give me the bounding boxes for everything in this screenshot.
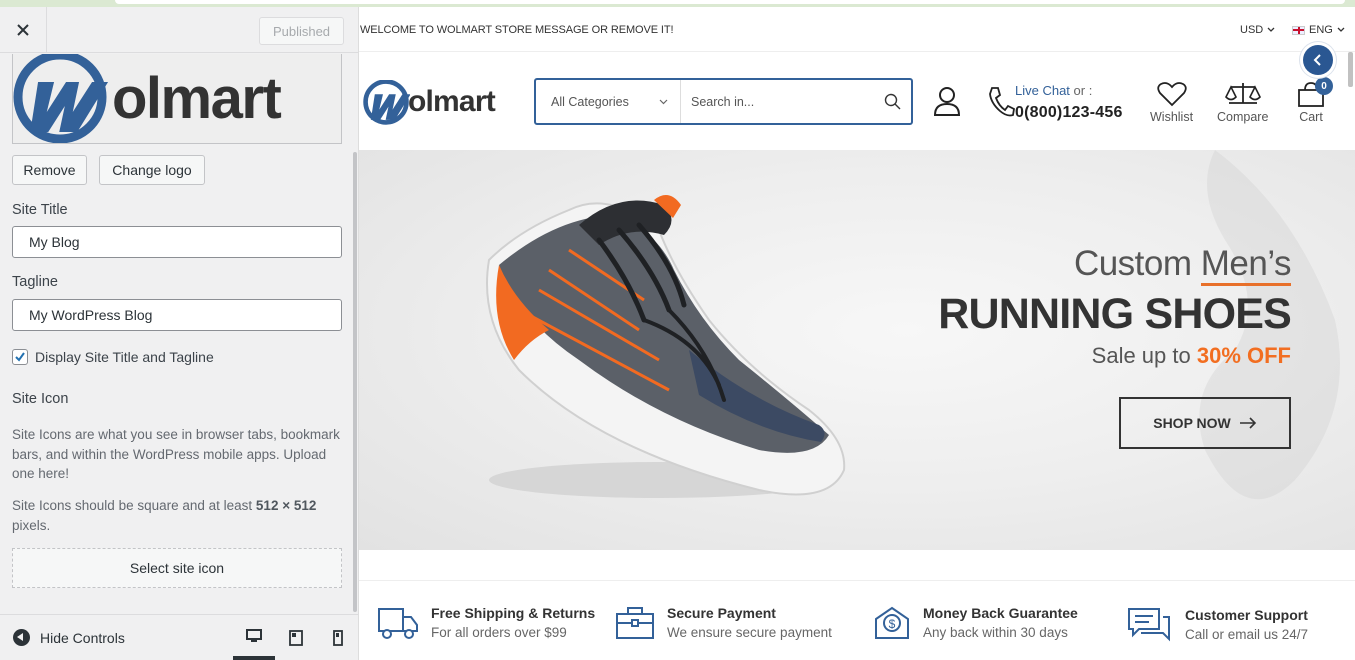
hide-controls-label: Hide Controls [40,629,125,646]
feature-item: $ Money Back Guarantee Any back within 30… [873,605,1078,641]
banner-sale-line: Sale up to 30% OFF [1091,343,1291,368]
site-icon-size-note: Site Icons should be square and at least… [12,498,317,533]
feature-item: Secure Payment We ensure secure payment [615,605,832,641]
collapse-arrow-icon [13,629,30,646]
cart-count-badge: 0 [1315,77,1333,95]
display-title-label: Display Site Title and Tagline [35,349,214,365]
select-site-icon-button[interactable]: Select site icon [12,548,342,588]
features-bar: Free Shipping & Returns For all orders ov… [359,580,1355,660]
logo-preview: olmart [12,54,342,144]
customizer-sidebar: Published olmart Remove Change logo Site… [0,7,359,660]
tagline-input[interactable]: My WordPress Blog [12,299,342,331]
banner-subtitle: Custom Men’s [1074,244,1292,286]
tagline-label: Tagline [12,274,58,290]
published-button[interactable]: Published [259,17,344,45]
account-button[interactable] [933,86,961,116]
live-chat-line: Live Chat or : [1015,83,1093,98]
close-icon [17,24,29,36]
display-title-checkbox[interactable] [12,349,28,365]
language-selector[interactable]: ENG [1292,24,1345,36]
desktop-preview-button[interactable] [233,615,275,660]
truck-icon [378,608,418,639]
uk-flag-icon [1292,25,1305,35]
store-logo-mark [363,80,410,125]
preview-scrollbar[interactable] [1348,52,1353,87]
svg-text:$: $ [889,617,896,631]
shop-now-button[interactable]: SHOP NOW [1119,397,1291,449]
briefcase-icon [616,607,654,639]
feature-item: Free Shipping & Returns For all orders ov… [377,605,595,641]
search-bar: All Categories Search in... [534,78,913,125]
hero-banner: Custom Men’s RUNNING SHOES Sale up to 30… [359,150,1355,550]
arrow-right-icon [1239,417,1256,429]
mobile-preview-button[interactable] [317,615,359,660]
site-title-input[interactable]: My Blog [12,226,342,258]
money-back-icon: $ [875,606,909,639]
site-icon-description: Site Icons are what you see in browser t… [12,427,340,481]
feature-item: Customer Support Call or email us 24/7 [1127,607,1308,643]
checkmark-icon [15,352,25,362]
desktop-icon [246,628,262,642]
change-logo-button[interactable]: Change logo [99,155,205,185]
store-logo-wordmark: olmart [408,85,496,118]
store-logo[interactable]: olmart [359,80,509,126]
display-title-row: Display Site Title and Tagline [12,349,214,365]
user-icon [933,87,961,116]
chevron-down-icon [659,99,668,104]
close-customizer-button[interactable] [0,7,47,53]
chevron-down-icon [1267,27,1275,32]
heart-icon [1156,82,1187,107]
banner-headline: RUNNING SHOES [938,290,1292,338]
welcome-message: WELCOME TO WOLMART STORE MESSAGE OR REMO… [360,24,674,36]
search-icon[interactable] [884,93,901,110]
search-input[interactable]: Search in... [681,93,911,110]
top-strip-pill [115,0,1345,4]
customizer-footer: Hide Controls [0,614,358,660]
chat-support-icon [1128,608,1170,642]
customizer-header: Published [0,7,358,53]
store-header: olmart All Categories Search in... Live … [359,52,1355,150]
category-select[interactable]: All Categories [536,80,681,123]
hide-controls-button[interactable]: Hide Controls [13,629,125,646]
logo-wordmark: olmart [112,66,282,131]
live-chat-link[interactable]: Live Chat [1015,83,1070,98]
remove-logo-button[interactable]: Remove [12,155,87,185]
chevron-down-icon [1337,27,1345,32]
compare-scale-icon [1224,83,1261,104]
mobile-icon [333,629,343,646]
tablet-preview-button[interactable] [275,615,317,660]
running-shoe-image [486,195,846,498]
sidebar-toggle-button[interactable] [1303,45,1333,75]
chevron-left-icon [1313,54,1321,66]
site-icon-label: Site Icon [12,391,69,407]
site-preview: WELCOME TO WOLMART STORE MESSAGE OR REMO… [359,7,1355,660]
phone-number[interactable]: 0(800)123-456 [1015,104,1123,122]
sidebar-scrollbar[interactable] [353,152,357,612]
site-title-label: Site Title [12,202,68,218]
phone-icon [989,87,1015,117]
compare-button[interactable]: Compare [1217,81,1268,124]
tablet-icon [289,629,303,646]
browser-top-strip [0,0,1355,7]
wishlist-button[interactable]: Wishlist [1150,81,1193,124]
store-topbar: WELCOME TO WOLMART STORE MESSAGE OR REMO… [359,7,1355,52]
currency-selector[interactable]: USD [1240,24,1275,36]
